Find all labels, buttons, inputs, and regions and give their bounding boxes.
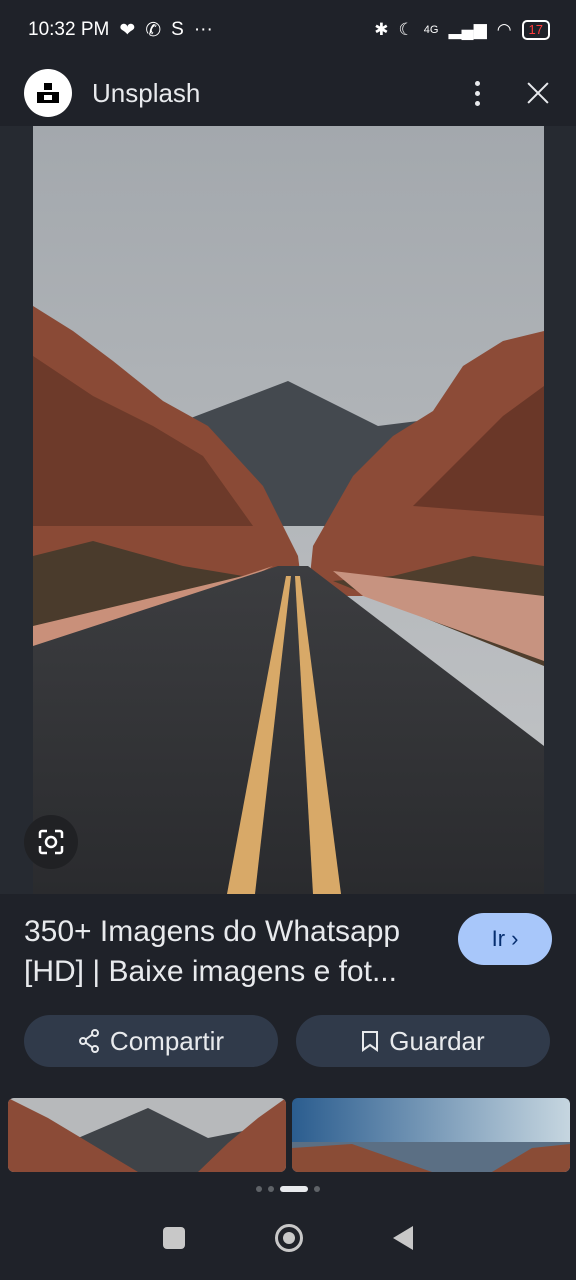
related-image-1[interactable] [8,1098,286,1172]
network-type: 4G [423,24,439,36]
moon-icon: ☾ [398,20,414,39]
image-preview [0,126,576,894]
app-header: Unsplash [0,60,576,126]
road-photo[interactable] [33,126,544,894]
app-s-icon: S [171,19,184,40]
carousel-indicator [0,1186,576,1192]
page-title: Unsplash [92,77,201,108]
chevron-right-icon: › [511,926,519,951]
more-notifications-icon: ··· [193,19,213,40]
home-icon[interactable] [275,1224,303,1252]
system-nav-bar [0,1196,576,1280]
status-time: 10:32 PM [28,19,110,40]
unsplash-logo-icon [24,69,72,117]
go-button[interactable]: Ir › [458,913,552,965]
share-icon [78,1029,99,1053]
status-bar: 10:32 PM ❤ ✆ S ··· ✱ ☾ 4G ▂▄▆ ◠ 17 [0,0,576,60]
bookmark-icon [362,1031,379,1052]
save-button[interactable]: Guardar [296,1015,550,1067]
related-image-2[interactable] [292,1098,570,1172]
recents-icon[interactable] [163,1227,185,1249]
lens-search-button[interactable] [24,815,78,869]
signal-icon: ▂▄▆ [448,20,487,39]
back-icon[interactable] [393,1226,413,1250]
bluetooth-icon: ✱ [374,20,389,39]
more-options-icon[interactable] [475,80,480,106]
result-title[interactable]: 350+ Imagens do Whatsapp [HD] | Baixe im… [24,912,444,992]
close-icon[interactable] [524,79,552,107]
notification-icon: ❤ [119,19,136,41]
battery-icon: 17 [521,20,550,40]
whatsapp-icon: ✆ [145,19,162,41]
wifi-icon: ◠ [496,20,512,39]
lens-icon [38,829,64,855]
share-button[interactable]: Compartir [24,1015,278,1067]
